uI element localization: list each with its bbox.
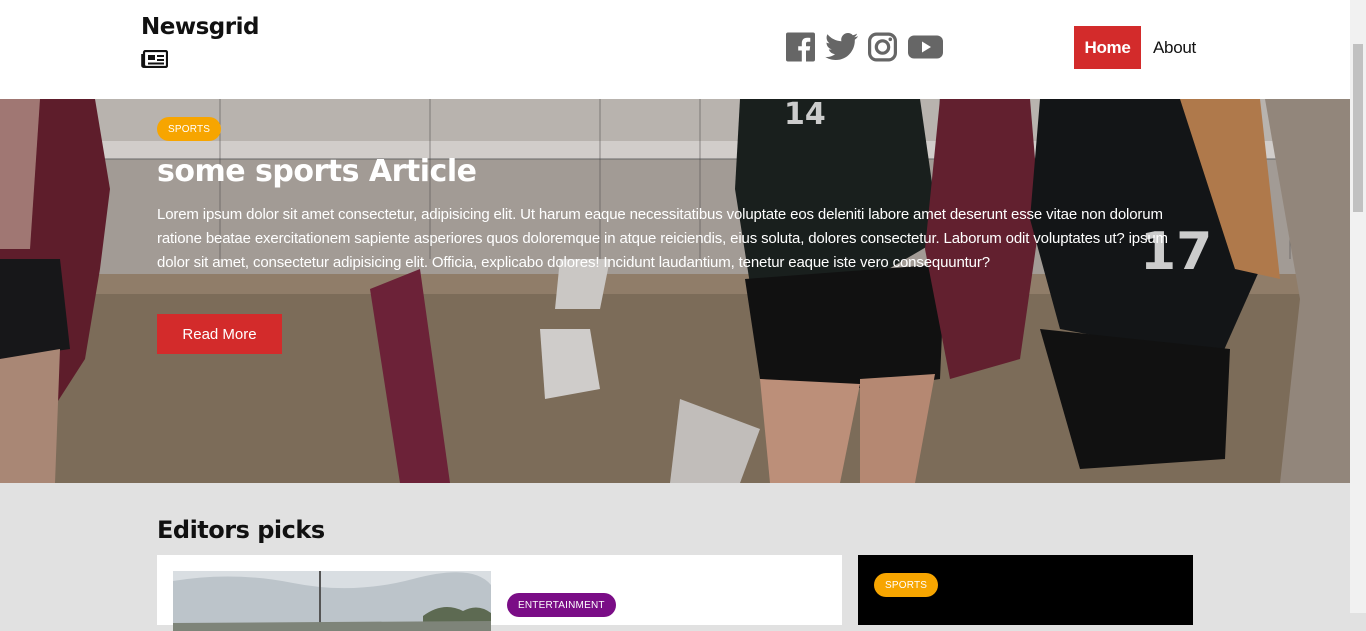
sports-category-badge[interactable]: SPORTS bbox=[874, 573, 939, 597]
site-header: Newsgrid Home About bbox=[0, 0, 1350, 99]
hero-category-badge[interactable]: SPORTS bbox=[157, 117, 222, 141]
nav-about-link[interactable]: About bbox=[1153, 26, 1196, 69]
read-more-button[interactable]: Read More bbox=[157, 314, 282, 354]
newspaper-icon bbox=[141, 50, 168, 68]
nav-home-link[interactable]: Home bbox=[1074, 26, 1141, 69]
twitter-icon[interactable] bbox=[825, 32, 858, 62]
facebook-icon[interactable] bbox=[786, 32, 815, 62]
page-scrollbar[interactable] bbox=[1350, 0, 1366, 613]
hero-description: Lorem ipsum dolor sit amet consectetur, … bbox=[157, 206, 1168, 271]
editors-pick-card-main[interactable]: ENTERTAINMENT bbox=[157, 555, 842, 631]
instagram-icon[interactable] bbox=[868, 32, 897, 62]
site-logo-text[interactable]: Newsgrid bbox=[141, 14, 259, 40]
scrollbar-thumb[interactable] bbox=[1353, 44, 1363, 212]
editors-picks-title: Editors picks bbox=[157, 516, 325, 544]
entertainment-category-badge[interactable]: ENTERTAINMENT bbox=[507, 593, 616, 617]
youtube-icon[interactable] bbox=[908, 32, 943, 62]
editors-pick-card-side[interactable]: SPORTS bbox=[858, 555, 1193, 625]
hero-section: 14 17 SPORTS some sports Article Lorem i… bbox=[0, 99, 1350, 483]
article-thumbnail[interactable] bbox=[173, 571, 491, 631]
hero-title[interactable]: some sports Article bbox=[157, 154, 477, 189]
